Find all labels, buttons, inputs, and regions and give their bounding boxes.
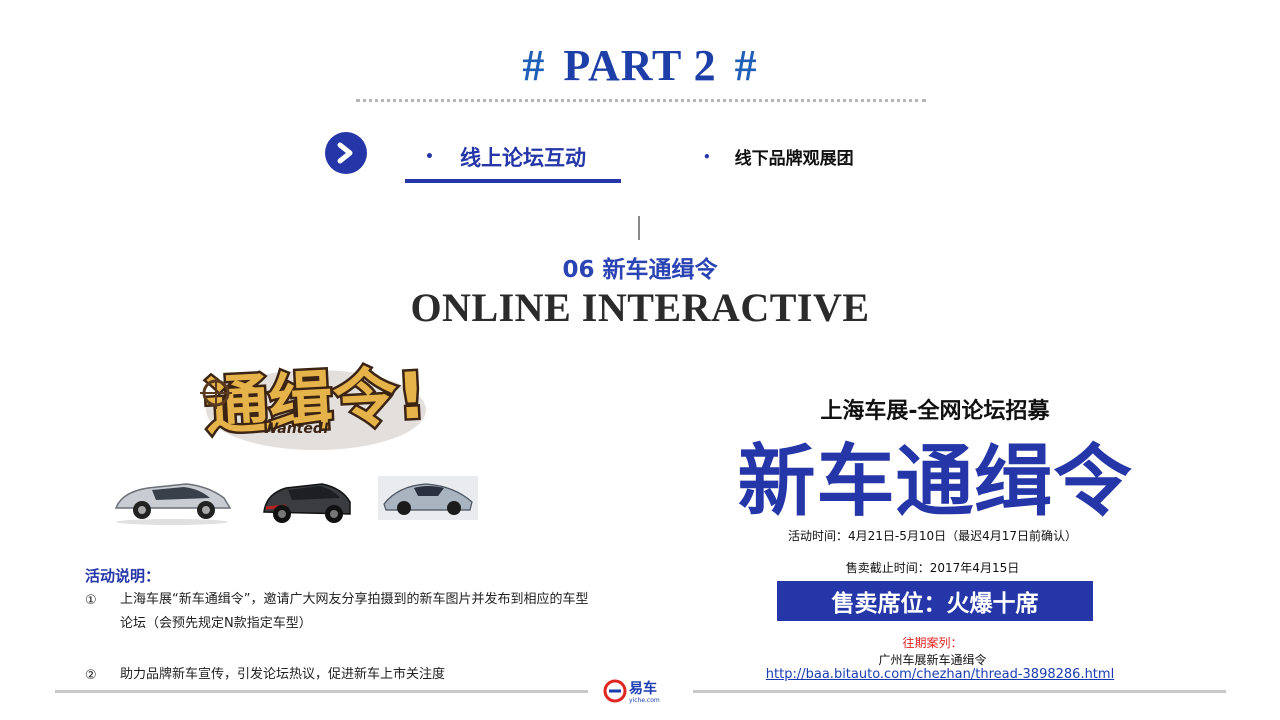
promo-subtitle: 上海车展-全网论坛招募	[820, 399, 1050, 424]
tab-bullet: •	[425, 149, 434, 165]
hash-left: #	[522, 41, 546, 90]
footer-divider-left	[55, 690, 588, 693]
activity-time: 活动时间：4月21日-5月10日（最迟4月17日前确认）	[787, 529, 1078, 543]
section-number-title: 06 新车通缉令	[562, 257, 718, 283]
rule-number: ②	[85, 668, 97, 683]
section-english-title: ONLINE INTERACTIVE	[410, 285, 870, 330]
rules-heading: 活动说明：	[85, 567, 161, 585]
svg-text:易车: 易车	[629, 680, 657, 697]
wanted-logo-image: 通缉令! Wanted!	[200, 357, 430, 450]
dotted-divider	[356, 99, 926, 102]
svg-text:yiche.com: yiche.com	[629, 697, 660, 704]
car-image-dark-red-suv	[263, 483, 351, 523]
car-image-silver-hatchback	[114, 483, 232, 525]
hash-right: #	[734, 41, 758, 90]
past-case-label: 往期案列：	[902, 636, 963, 650]
seats-banner: 售卖席位：火爆十席	[777, 581, 1093, 621]
past-case-link[interactable]: http://baa.bitauto.com/chezhan/thread-38…	[700, 667, 1180, 682]
vertical-divider	[638, 216, 640, 240]
part-label: PART 2	[563, 41, 717, 90]
rule-number: ①	[85, 593, 97, 608]
part-title: # PART 2 #	[0, 40, 1280, 91]
tab-offline-exhibition[interactable]: • 线下品牌观展团	[703, 144, 854, 169]
rule-text: 上海车展“新车通缉令”，邀请广大网友分享拍摄到的新车图片并发布到相应的车型论坛（…	[120, 592, 589, 631]
car-image-concept-sportscar	[378, 476, 478, 520]
tab-online-forum[interactable]: • 线上论坛互动	[425, 142, 586, 172]
rule-text: 助力品牌新车宣传，引发论坛热议，促进新车上市关注度	[120, 667, 446, 682]
footer-divider-right	[693, 690, 1226, 693]
promo-title: 新车通缉令	[737, 437, 1133, 527]
past-case-name: 广州车展新车通缉令	[878, 653, 987, 667]
active-tab-underline	[405, 179, 621, 183]
svg-text:Wanted!: Wanted!	[263, 421, 330, 437]
chevron-right-circle-icon[interactable]	[325, 132, 367, 174]
tab-bullet: •	[703, 149, 711, 164]
tab-offline-exhibition-label: 线下品牌观展团	[734, 149, 854, 169]
tab-online-forum-label: 线上论坛互动	[459, 146, 586, 170]
yiche-logo: 易车 yiche.com	[603, 679, 660, 704]
sales-deadline: 售卖截止时间：2017年4月15日	[845, 561, 1020, 575]
